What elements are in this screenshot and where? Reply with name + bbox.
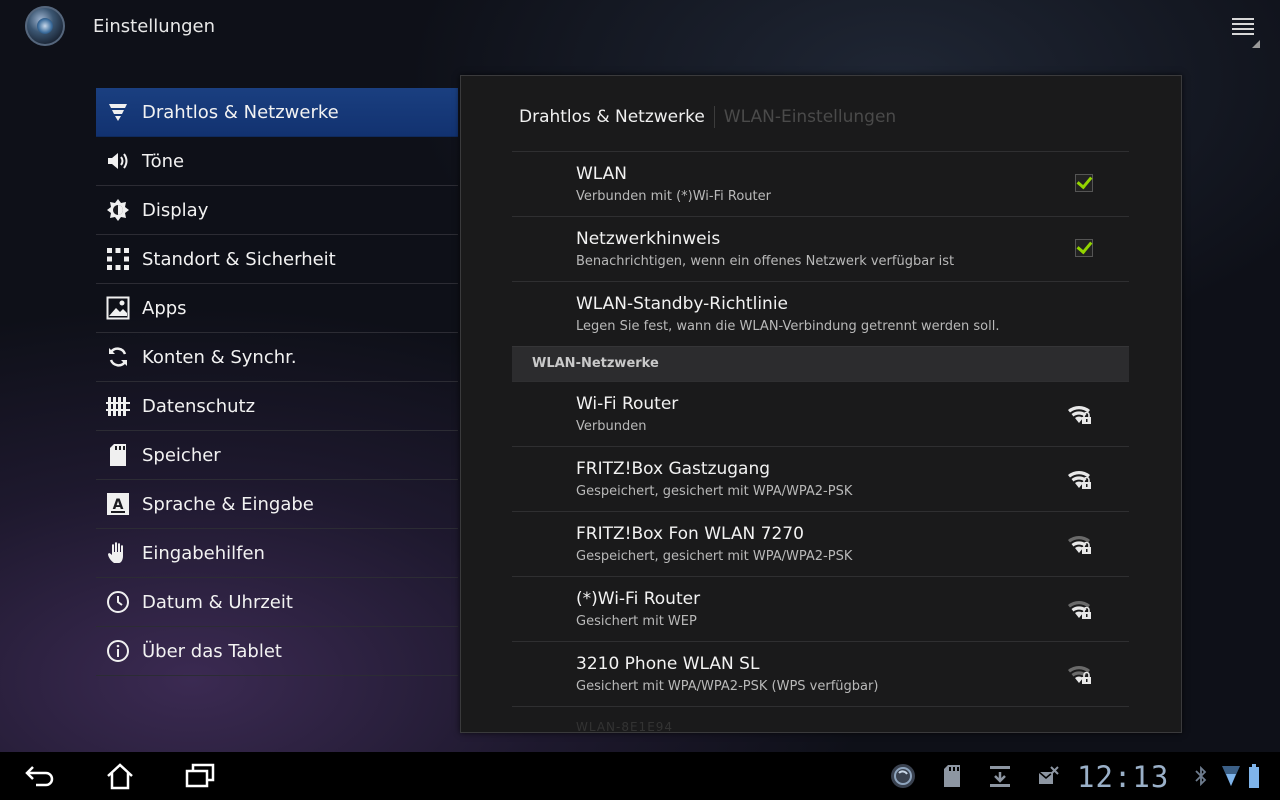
menu-item-label: Datenschutz [142,395,256,417]
network-name: FRITZ!Box Fon WLAN 7270 [576,524,804,544]
info-icon [105,638,131,664]
sync-status-icon[interactable] [890,763,916,789]
network-item[interactable]: FRITZ!Box Fon WLAN 7270 Gespeichert, ges… [512,511,1129,576]
network-name: Wi-Fi Router [576,394,679,414]
sync-icon [105,344,131,370]
menu-item-language-input[interactable]: A Sprache & Eingabe [96,480,458,529]
bluetooth-icon[interactable] [1193,763,1209,789]
network-item[interactable]: (*)Wi-Fi Router Gesichert mit WEP [512,576,1129,641]
menu-item-label: Konten & Synchr. [142,346,297,368]
setting-title: Netzwerkhinweis [576,229,721,249]
overflow-menu-icon[interactable] [1232,18,1260,48]
network-status: Gespeichert, gesichert mit WPA/WPA2-PSK [576,549,853,564]
checkmark-icon [1075,174,1093,192]
sd-card-status-icon[interactable] [939,763,965,789]
network-status: Verbunden [576,419,647,434]
breadcrumb-separator [713,106,715,128]
breadcrumb-parent[interactable]: Drahtlos & Netzwerke [519,107,705,127]
network-name: 3210 Phone WLAN SL [576,654,760,674]
section-title: WLAN-Netzwerke [532,356,659,371]
setting-wlan[interactable]: WLAN Verbunden mit (*)Wi-Fi Router [512,151,1129,216]
location-grid-icon [105,246,131,272]
settings-list: WLAN Verbunden mit (*)Wi-Fi Router Netzw… [512,151,1129,727]
hand-icon [105,540,131,566]
menu-item-apps[interactable]: Apps [96,284,458,333]
brightness-icon [105,197,131,223]
menu-item-sounds[interactable]: Töne [96,137,458,186]
wifi-lock-icon [1067,664,1093,686]
menu-item-storage[interactable]: Speicher [96,431,458,480]
menu-item-label: Drahtlos & Netzwerke [142,101,339,123]
menu-item-label: Über das Tablet [142,640,282,662]
wlan-settings-panel: Drahtlos & Netzwerke WLAN-Einstellungen … [460,75,1182,733]
back-icon [25,766,54,787]
privacy-fence-icon [105,393,131,419]
menu-item-display[interactable]: Display [96,186,458,235]
menu-item-label: Speicher [142,444,221,466]
setting-network-notification[interactable]: Netzwerkhinweis Benachrichtigen, wenn ei… [512,216,1129,281]
wlan-checkbox[interactable] [1075,174,1093,192]
action-bar: Einstellungen [0,0,1280,56]
no-sim-icon[interactable] [1035,763,1061,789]
speaker-icon [105,148,131,174]
system-bar: 12:13 [0,752,1280,800]
recent-apps-button[interactable] [182,760,218,792]
back-button[interactable] [22,760,58,792]
menu-item-location-security[interactable]: Standort & Sicherheit [96,235,458,284]
network-status: Gesichert mit WPA/WPA2-PSK (WPS verfügba… [576,679,879,694]
menu-item-label: Eingabehilfen [142,542,265,564]
home-button[interactable] [102,760,138,792]
setting-summary: Benachrichtigen, wenn ein offenes Netzwe… [576,254,955,269]
network-item[interactable]: FRITZ!Box Gastzugang Gespeichert, gesich… [512,446,1129,511]
menu-item-label: Sprache & Eingabe [142,493,314,515]
network-name: (*)Wi-Fi Router [576,589,701,609]
menu-item-label: Display [142,199,209,221]
wifi-lock-icon [1067,469,1093,491]
menu-item-label: Datum & Uhrzeit [142,591,293,613]
network-item[interactable]: Wi-Fi Router Verbunden [512,381,1129,446]
setting-summary: Legen Sie fest, wann die WLAN-Verbindung… [576,319,1000,334]
network-notification-checkbox[interactable] [1075,239,1093,257]
wifi-lock-icon [1067,534,1093,556]
section-header: WLAN-Netzwerke [512,346,1129,381]
menu-item-accessibility[interactable]: Eingabehilfen [96,529,458,578]
network-status: Gesichert mit WEP [576,614,697,629]
recent-apps-icon [185,763,215,788]
wifi-lock-icon [1067,599,1093,621]
clock-icon [105,589,131,615]
sd-card-icon [105,442,131,468]
menu-item-privacy[interactable]: Datenschutz [96,382,458,431]
setting-wlan-standby-policy[interactable]: WLAN-Standby-Richtlinie Legen Sie fest, … [512,281,1129,346]
breadcrumb-current: WLAN-Einstellungen [723,107,897,127]
battery-icon[interactable] [1246,763,1262,789]
clock[interactable]: 12:13 [1077,760,1169,794]
apps-icon [105,295,131,321]
breadcrumb: Drahtlos & Netzwerke WLAN-Einstellungen [519,106,896,128]
setting-summary: Verbunden mit (*)Wi-Fi Router [576,189,771,204]
network-item[interactable]: 3210 Phone WLAN SL Gesichert mit WPA/WPA… [512,641,1129,706]
cut-off-network-name: WLAN-8E1E94 [576,720,674,733]
menu-item-wireless[interactable]: Drahtlos & Netzwerke [96,88,458,137]
download-icon[interactable] [987,763,1013,789]
menu-item-label: Standort & Sicherheit [142,248,336,270]
network-name: FRITZ!Box Gastzugang [576,459,771,479]
menu-item-accounts-sync[interactable]: Konten & Synchr. [96,333,458,382]
setting-title: WLAN [576,164,628,184]
settings-menu: Drahtlos & Netzwerke Töne Display Stando… [96,88,458,676]
home-icon [107,763,133,790]
menu-item-about-tablet[interactable]: Über das Tablet [96,627,458,676]
menu-item-label: Apps [142,297,187,319]
svg-text:A: A [113,497,124,513]
checkmark-icon [1075,239,1093,257]
wifi-lock-icon [1067,404,1093,426]
menu-item-date-time[interactable]: Datum & Uhrzeit [96,578,458,627]
wireless-icon [105,99,131,125]
network-status: Gespeichert, gesichert mit WPA/WPA2-PSK [576,484,853,499]
menu-item-label: Töne [142,150,185,172]
settings-globe-icon[interactable] [25,6,65,46]
app-title: Einstellungen [93,16,216,37]
setting-title: WLAN-Standby-Richtlinie [576,294,789,314]
keyboard-a-icon: A [105,491,131,517]
wifi-signal-icon[interactable] [1220,763,1242,789]
